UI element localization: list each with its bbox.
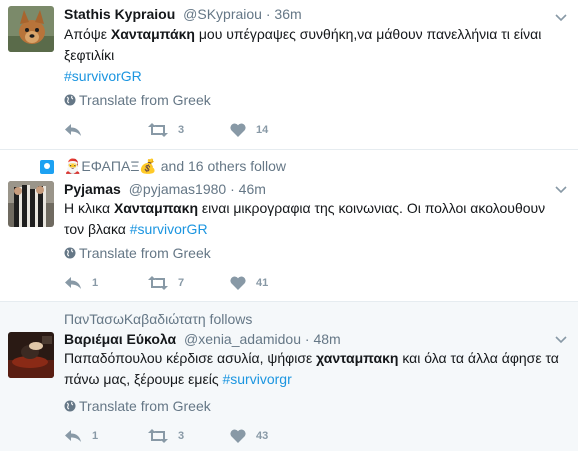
user-handle[interactable]: @pyjamas1980: [129, 181, 227, 197]
retweet-icon: [148, 429, 168, 443]
like-button[interactable]: 14: [230, 120, 268, 140]
retweet-icon: [148, 123, 168, 137]
tweet-text: Η κλικα Χανταμπακη ειναι μικρογραφια της…: [64, 198, 569, 240]
like-button[interactable]: 41: [230, 273, 268, 293]
hashtag-link[interactable]: #survivorGR: [130, 221, 208, 237]
user-handle[interactable]: @xenia_adamidou: [184, 331, 301, 347]
tweet-item[interactable]: 🎅ΕΦΑΠΑΞ💰 and 16 others follow Pyjamas @p…: [0, 150, 578, 302]
retweet-count: 3: [178, 430, 185, 442]
tweet-header: Βαριέμαι Εύκολα @xenia_adamidou · 48m: [64, 330, 341, 348]
like-count: 41: [256, 277, 269, 289]
like-button[interactable]: 43: [230, 426, 268, 446]
chevron-down-icon[interactable]: [554, 182, 568, 196]
user-handle[interactable]: @SKypraiou: [183, 6, 262, 22]
tweet-item[interactable]: Stathis Kypraiou @SKypraiou · 36m Απόψε …: [0, 0, 578, 150]
tweet-header: Pyjamas @pyjamas1980 · 46m: [64, 180, 266, 198]
reply-icon: [65, 430, 81, 442]
tweet-item[interactable]: ΠανΤασωΚαβαδιώτατη follows Βαριέμαι Εύκο…: [0, 302, 578, 451]
tweet-timestamp[interactable]: 48m: [313, 331, 340, 347]
user-fullname[interactable]: Βαριέμαι Εύκολα: [64, 331, 176, 347]
retweet-count: 3: [178, 124, 185, 136]
tweet-text-highlight: χανταμπακη: [316, 350, 399, 366]
separator-dot: ·: [304, 331, 310, 347]
hashtag-link[interactable]: #survivorgr: [222, 371, 291, 387]
translate-label: Translate from Greek: [79, 92, 211, 108]
reply-button[interactable]: 1: [64, 273, 98, 293]
tweet-timestamp[interactable]: 46m: [239, 181, 266, 197]
user-fullname[interactable]: Pyjamas: [64, 181, 121, 197]
retweet-button[interactable]: 3: [148, 426, 184, 446]
retweet-button[interactable]: 7: [148, 273, 184, 293]
tweet-text-part: Απόψε: [64, 26, 111, 42]
tweet-text: Παπαδόπουλου κέρδισε ασυλία, ψήφισε χαντ…: [64, 348, 569, 390]
translate-label: Translate from Greek: [79, 245, 211, 261]
hashtag-link[interactable]: #survivorGR: [64, 68, 142, 84]
reply-count: 1: [92, 277, 99, 289]
tweet-text-highlight: Χανταμπάκη: [110, 26, 195, 42]
avatar[interactable]: [8, 181, 54, 227]
avatar[interactable]: [8, 6, 54, 52]
heart-icon: [230, 276, 246, 290]
tweet-text: Απόψε Χανταμπάκη μου υπέγραψες συνθήκη,ν…: [64, 24, 569, 87]
social-context[interactable]: ΠανΤασωΚαβαδιώτατη follows: [64, 311, 252, 327]
translate-link[interactable]: Translate from Greek: [64, 92, 211, 108]
chevron-down-icon[interactable]: [554, 10, 568, 24]
reply-count: 1: [92, 430, 99, 442]
tweet-header: Stathis Kypraiou @SKypraiou · 36m: [64, 5, 302, 23]
like-count: 14: [256, 124, 269, 136]
translate-link[interactable]: Translate from Greek: [64, 245, 211, 261]
translate-label: Translate from Greek: [79, 398, 211, 414]
avatar[interactable]: [8, 332, 54, 378]
like-count: 43: [256, 430, 269, 442]
separator-dot: ·: [265, 6, 271, 22]
social-context[interactable]: 🎅ΕΦΑΠΑΞ💰 and 16 others follow: [64, 158, 286, 175]
retweet-count: 7: [178, 277, 185, 289]
globe-icon: [64, 400, 76, 412]
follow-context-icon: [40, 160, 54, 174]
heart-icon: [230, 123, 246, 137]
reply-button[interactable]: 1: [64, 426, 98, 446]
tweet-text-highlight: Χανταμπακη: [113, 200, 198, 216]
globe-icon: [64, 247, 76, 259]
reply-button[interactable]: [64, 120, 92, 140]
retweet-icon: [148, 276, 168, 290]
reply-icon: [65, 277, 81, 289]
chevron-down-icon[interactable]: [554, 332, 568, 346]
tweet-text-part: Η κλικα: [64, 200, 114, 216]
user-fullname[interactable]: Stathis Kypraiou: [64, 6, 175, 22]
retweet-button[interactable]: 3: [148, 120, 184, 140]
globe-icon: [64, 94, 76, 106]
separator-dot: ·: [230, 181, 235, 197]
heart-icon: [230, 429, 246, 443]
reply-icon: [65, 124, 81, 136]
translate-link[interactable]: Translate from Greek: [64, 398, 211, 414]
tweet-timestamp[interactable]: 36m: [274, 6, 301, 22]
tweet-text-part: Παπαδόπουλου κέρδισε ασυλία, ψήφισε: [64, 350, 317, 366]
